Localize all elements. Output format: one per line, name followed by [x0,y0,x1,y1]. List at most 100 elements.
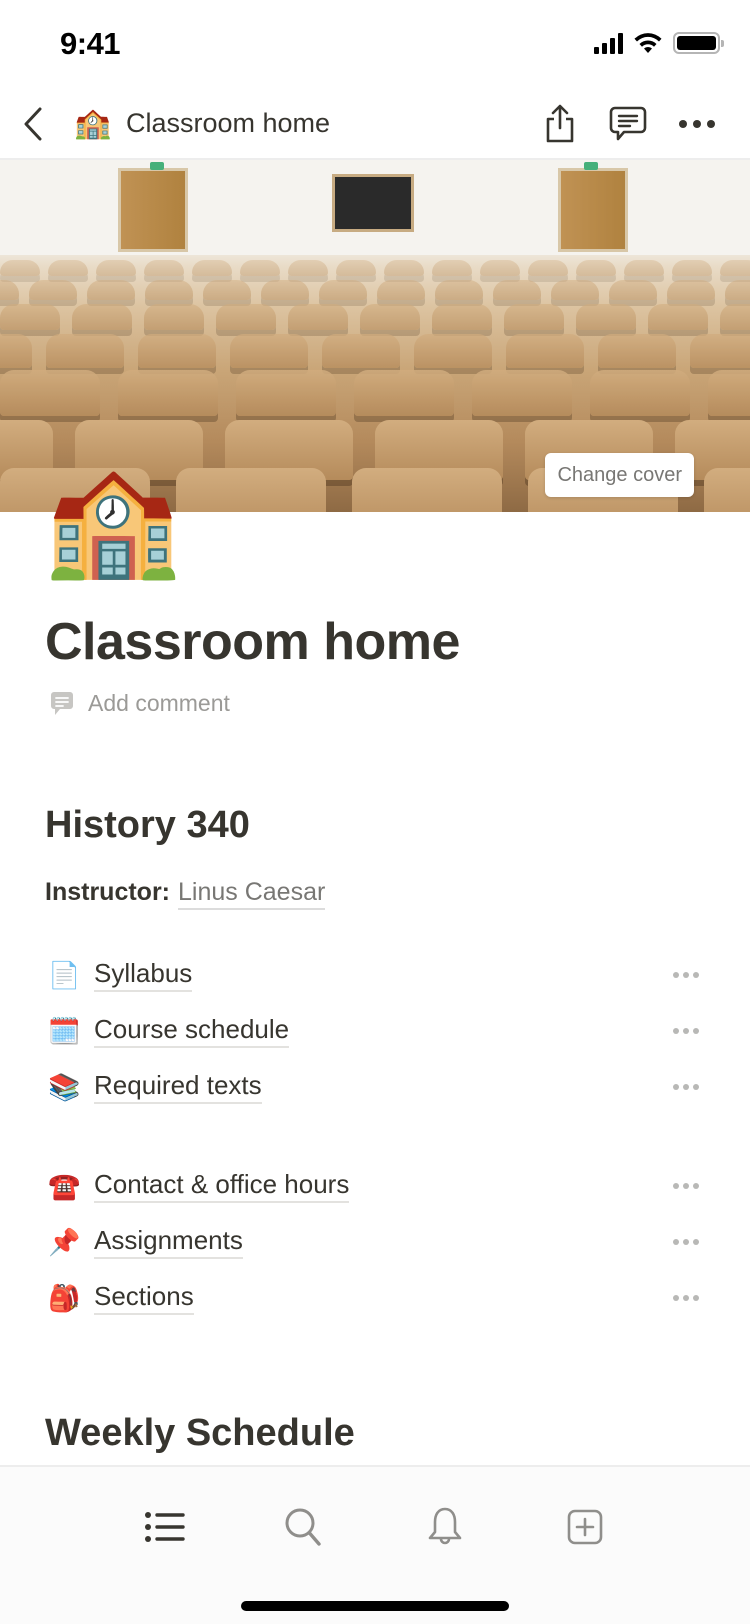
cover-seat [377,280,425,300]
more-options-button[interactable] [664,962,708,988]
cover-seat [624,260,664,276]
cover-seat [144,260,184,276]
page-link-label[interactable]: Course schedule [94,1014,290,1048]
more-options-button[interactable] [673,100,721,148]
page-link-label[interactable]: Required texts [94,1070,262,1104]
more-options-button[interactable] [664,1285,708,1311]
nav-bar: 🏫 Classroom home [0,88,750,160]
page-link-label[interactable]: Contact & office hours [94,1169,350,1203]
cover-seat [216,304,276,330]
cover-seat [96,260,136,276]
nav-title[interactable]: Classroom home [126,108,330,139]
document-icon: 📄 [48,960,81,990]
cover-seat [0,334,32,368]
cover-seat [720,304,750,330]
cover-seat [667,280,715,300]
add-comment-button[interactable]: Add comment [50,690,230,717]
cover-seat [203,280,251,300]
page-link-label[interactable]: Syllabus [94,958,193,992]
cover-seat [576,260,616,276]
home-indicator[interactable] [241,1601,509,1611]
cover-seat [29,280,77,300]
cover-seat [598,334,676,368]
section-heading-weekly-schedule: Weekly Schedule [45,1412,355,1454]
add-comment-label: Add comment [88,690,230,716]
page-title[interactable]: Classroom home [45,612,460,672]
more-icon [679,120,715,128]
cover-seat [236,370,336,416]
cover-seat [435,280,483,300]
status-time: 9:41 [60,26,121,61]
cover-seat [240,260,280,276]
page-link-label[interactable]: Sections [94,1281,194,1315]
cover-seat [352,468,502,512]
cover-seat [336,260,376,276]
cover-seat [720,260,750,276]
page-link-label[interactable]: Assignments [94,1225,243,1259]
instructor-label: Instructor: [45,878,170,906]
page-link-course-schedule[interactable]: 🗓️ Course schedule [48,1006,708,1056]
page-link-required-texts[interactable]: 📚 Required texts [48,1062,708,1112]
cover-exit-sign-right [584,162,598,170]
cover-seat [0,304,60,330]
cover-seat [725,280,750,300]
battery-icon [673,32,724,54]
comments-button[interactable] [604,100,652,148]
cover-seat [72,304,132,330]
cover-seat [648,304,708,330]
more-options-button[interactable] [664,1074,708,1100]
cover-seat [528,260,568,276]
tab-pages[interactable] [135,1497,195,1557]
more-options-button[interactable] [664,1229,708,1255]
cover-seat [176,468,326,512]
cover-seat [354,370,454,416]
cover-seat [230,334,308,368]
cover-seat [551,280,599,300]
cover-seat [506,334,584,368]
page-icon[interactable]: 🏫 [44,460,181,580]
cover-seat [0,260,40,276]
cover-seat [576,304,636,330]
cover-seat [118,370,218,416]
cellular-signal-icon [594,32,623,54]
comment-bubble-icon [51,691,73,715]
cover-seat [288,260,328,276]
cover-seat [704,468,750,512]
cover-seat [432,304,492,330]
section-heading-history: History 340 [45,804,250,846]
share-button[interactable] [536,100,584,148]
tab-notifications[interactable] [415,1497,475,1557]
cover-seat [0,370,100,416]
share-icon [546,104,574,143]
page-link-sections[interactable]: 🎒 Sections [48,1273,708,1323]
cover-seat [590,370,690,416]
cover-seat [192,260,232,276]
cover-seat [384,260,424,276]
cover-seat [432,260,472,276]
page-link-syllabus[interactable]: 📄 Syllabus [48,950,708,1000]
instructor-name-link[interactable]: Linus Caesar [178,878,326,910]
backpack-icon: 🎒 [48,1283,81,1313]
plus-square-icon [567,1509,603,1545]
search-icon [285,1508,321,1546]
cover-seat [144,304,204,330]
change-cover-button[interactable]: Change cover [545,453,694,497]
cover-seat [609,280,657,300]
tab-search[interactable] [274,1497,334,1557]
cover-exit-sign-left [150,162,164,170]
instructor-row: Instructor: Linus Caesar [45,878,326,910]
tab-new-page[interactable] [555,1497,615,1557]
back-button[interactable] [18,104,48,144]
list-icon [145,1512,185,1542]
telephone-icon: ☎️ [48,1171,81,1201]
cover-seat [360,304,420,330]
cover-screen [332,174,414,232]
page-link-contact-office-hours[interactable]: ☎️ Contact & office hours [48,1161,708,1211]
more-options-button[interactable] [664,1018,708,1044]
more-options-button[interactable] [664,1173,708,1199]
page-link-assignments[interactable]: 📌 Assignments [48,1217,708,1267]
pushpin-icon: 📌 [48,1227,81,1257]
cover-seat [472,370,572,416]
cover-seat [87,280,135,300]
cover-seat [480,260,520,276]
